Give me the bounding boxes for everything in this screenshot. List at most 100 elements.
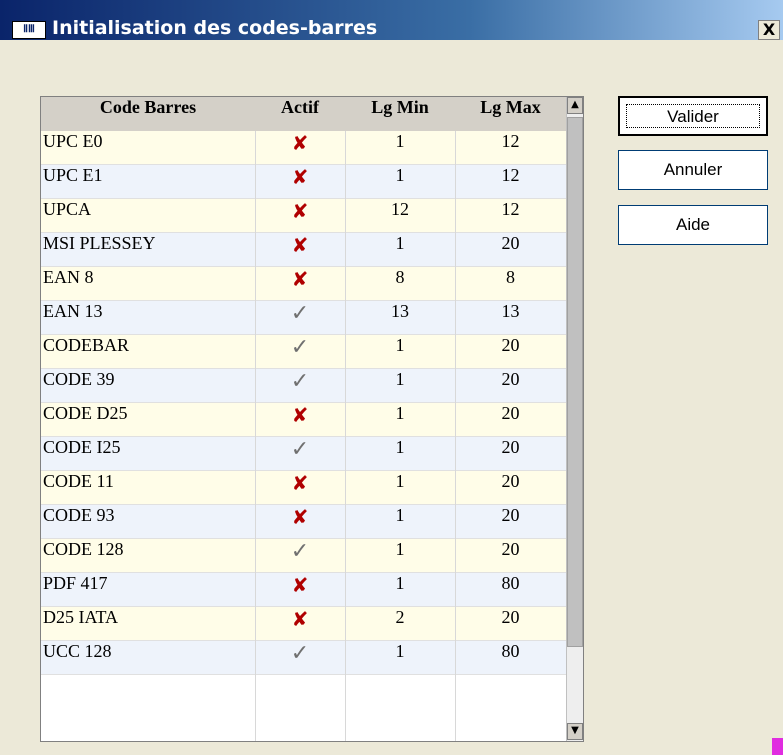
- max-length-cell[interactable]: 80: [455, 573, 566, 607]
- column-header-min[interactable]: Lg Min: [345, 97, 455, 131]
- active-cell[interactable]: ✓: [255, 369, 345, 403]
- active-cell[interactable]: ✘: [255, 573, 345, 607]
- code-name-cell: MSI PLESSEY: [43, 233, 156, 253]
- close-button[interactable]: X: [758, 20, 780, 40]
- active-cell[interactable]: ✓: [255, 641, 345, 675]
- min-length-cell[interactable]: 1: [345, 131, 455, 165]
- check-icon: ✓: [290, 369, 310, 394]
- code-name-cell: UPC E1: [43, 165, 103, 185]
- min-length-cell[interactable]: 13: [345, 301, 455, 335]
- active-cell[interactable]: ✓: [255, 539, 345, 573]
- column-header-active[interactable]: Actif: [255, 97, 345, 131]
- max-length-cell[interactable]: 12: [455, 131, 566, 165]
- active-cell[interactable]: ✓: [255, 335, 345, 369]
- scroll-thumb[interactable]: [567, 117, 583, 647]
- code-name-cell: CODEBAR: [43, 335, 130, 355]
- max-length-cell[interactable]: 20: [455, 403, 566, 437]
- max-length-cell[interactable]: 80: [455, 641, 566, 675]
- table-row[interactable]: UPC E0 ✘ 1 12: [41, 131, 566, 165]
- min-length-cell[interactable]: 2: [345, 607, 455, 641]
- cross-icon: ✘: [291, 403, 309, 427]
- table-row[interactable]: CODE D25 ✘ 1 20: [41, 403, 566, 437]
- cross-icon: ✘: [291, 471, 309, 495]
- column-header-code[interactable]: Code Barres: [41, 97, 255, 131]
- corner-marker: [772, 738, 783, 755]
- active-cell[interactable]: ✘: [255, 233, 345, 267]
- table-row[interactable]: UPC E1 ✘ 1 12: [41, 165, 566, 199]
- code-name-cell: CODE 93: [43, 505, 115, 525]
- max-length-cell[interactable]: 12: [455, 199, 566, 233]
- active-cell[interactable]: ✘: [255, 471, 345, 505]
- min-length-cell[interactable]: 1: [345, 505, 455, 539]
- cross-icon: ✘: [291, 165, 309, 189]
- table-row[interactable]: UCC 128 ✓ 1 80: [41, 641, 566, 675]
- active-cell[interactable]: ✘: [255, 199, 345, 233]
- active-cell[interactable]: ✘: [255, 505, 345, 539]
- max-length-cell[interactable]: 20: [455, 369, 566, 403]
- min-length-cell[interactable]: 1: [345, 369, 455, 403]
- min-length-cell[interactable]: 1: [345, 437, 455, 471]
- cross-icon: ✘: [291, 267, 309, 291]
- column-header-max[interactable]: Lg Max: [455, 97, 566, 131]
- code-name-cell: CODE 128: [43, 539, 124, 559]
- table-row[interactable]: MSI PLESSEY ✘ 1 20: [41, 233, 566, 267]
- active-cell[interactable]: ✓: [255, 437, 345, 471]
- code-name-cell: EAN 13: [43, 301, 103, 321]
- min-length-cell[interactable]: 1: [345, 573, 455, 607]
- cross-icon: ✘: [291, 233, 309, 257]
- max-length-cell[interactable]: 20: [455, 335, 566, 369]
- min-length-cell[interactable]: 1: [345, 233, 455, 267]
- table-row[interactable]: CODE 11 ✘ 1 20: [41, 471, 566, 505]
- table-row[interactable]: EAN 13 ✓ 13 13: [41, 301, 566, 335]
- active-cell[interactable]: ✘: [255, 131, 345, 165]
- min-length-cell[interactable]: 1: [345, 471, 455, 505]
- max-length-cell[interactable]: 20: [455, 505, 566, 539]
- max-length-cell[interactable]: 8: [455, 267, 566, 301]
- min-length-cell[interactable]: 1: [345, 641, 455, 675]
- active-cell[interactable]: ✘: [255, 165, 345, 199]
- min-length-cell[interactable]: 12: [345, 199, 455, 233]
- table-row[interactable]: CODE I25 ✓ 1 20: [41, 437, 566, 471]
- max-length-cell[interactable]: 13: [455, 301, 566, 335]
- cancel-button[interactable]: Annuler: [618, 150, 768, 190]
- min-length-cell[interactable]: 8: [345, 267, 455, 301]
- help-button[interactable]: Aide: [618, 205, 768, 245]
- code-name-cell: PDF 417: [43, 573, 108, 593]
- cross-icon: ✘: [291, 573, 309, 597]
- active-cell[interactable]: ✘: [255, 403, 345, 437]
- max-length-cell[interactable]: 20: [455, 539, 566, 573]
- table-row[interactable]: D25 IATA ✘ 2 20: [41, 607, 566, 641]
- code-name-cell: UPC E0: [43, 131, 103, 151]
- code-name-cell: CODE 11: [43, 471, 114, 491]
- min-length-cell[interactable]: 1: [345, 539, 455, 573]
- table-row[interactable]: PDF 417 ✘ 1 80: [41, 573, 566, 607]
- vertical-scrollbar[interactable]: ▲ ▼: [566, 97, 583, 741]
- table-row[interactable]: UPCA ✘ 12 12: [41, 199, 566, 233]
- scroll-up-button[interactable]: ▲: [567, 97, 583, 114]
- active-cell[interactable]: ✓: [255, 301, 345, 335]
- max-length-cell[interactable]: 20: [455, 233, 566, 267]
- max-length-cell[interactable]: 20: [455, 471, 566, 505]
- table-row[interactable]: EAN 8 ✘ 8 8: [41, 267, 566, 301]
- min-length-cell[interactable]: 1: [345, 335, 455, 369]
- min-length-cell[interactable]: 1: [345, 165, 455, 199]
- cross-icon: ✘: [291, 607, 309, 631]
- check-icon: ✓: [290, 301, 310, 326]
- scroll-down-button[interactable]: ▼: [567, 723, 583, 740]
- min-length-cell[interactable]: 1: [345, 403, 455, 437]
- table-row[interactable]: CODEBAR ✓ 1 20: [41, 335, 566, 369]
- table-row[interactable]: CODE 39 ✓ 1 20: [41, 369, 566, 403]
- max-length-cell[interactable]: 12: [455, 165, 566, 199]
- validate-button[interactable]: Valider: [618, 96, 768, 136]
- code-name-cell: UPCA: [43, 199, 92, 219]
- column-divider: [345, 131, 346, 741]
- active-cell[interactable]: ✘: [255, 607, 345, 641]
- active-cell[interactable]: ✘: [255, 267, 345, 301]
- validate-button-label: Valider: [626, 104, 760, 128]
- max-length-cell[interactable]: 20: [455, 607, 566, 641]
- title-bar: ⅡⅢ Initialisation des codes-barres: [0, 0, 783, 40]
- cross-icon: ✘: [291, 505, 309, 529]
- max-length-cell[interactable]: 20: [455, 437, 566, 471]
- table-row[interactable]: CODE 93 ✘ 1 20: [41, 505, 566, 539]
- table-row[interactable]: CODE 128 ✓ 1 20: [41, 539, 566, 573]
